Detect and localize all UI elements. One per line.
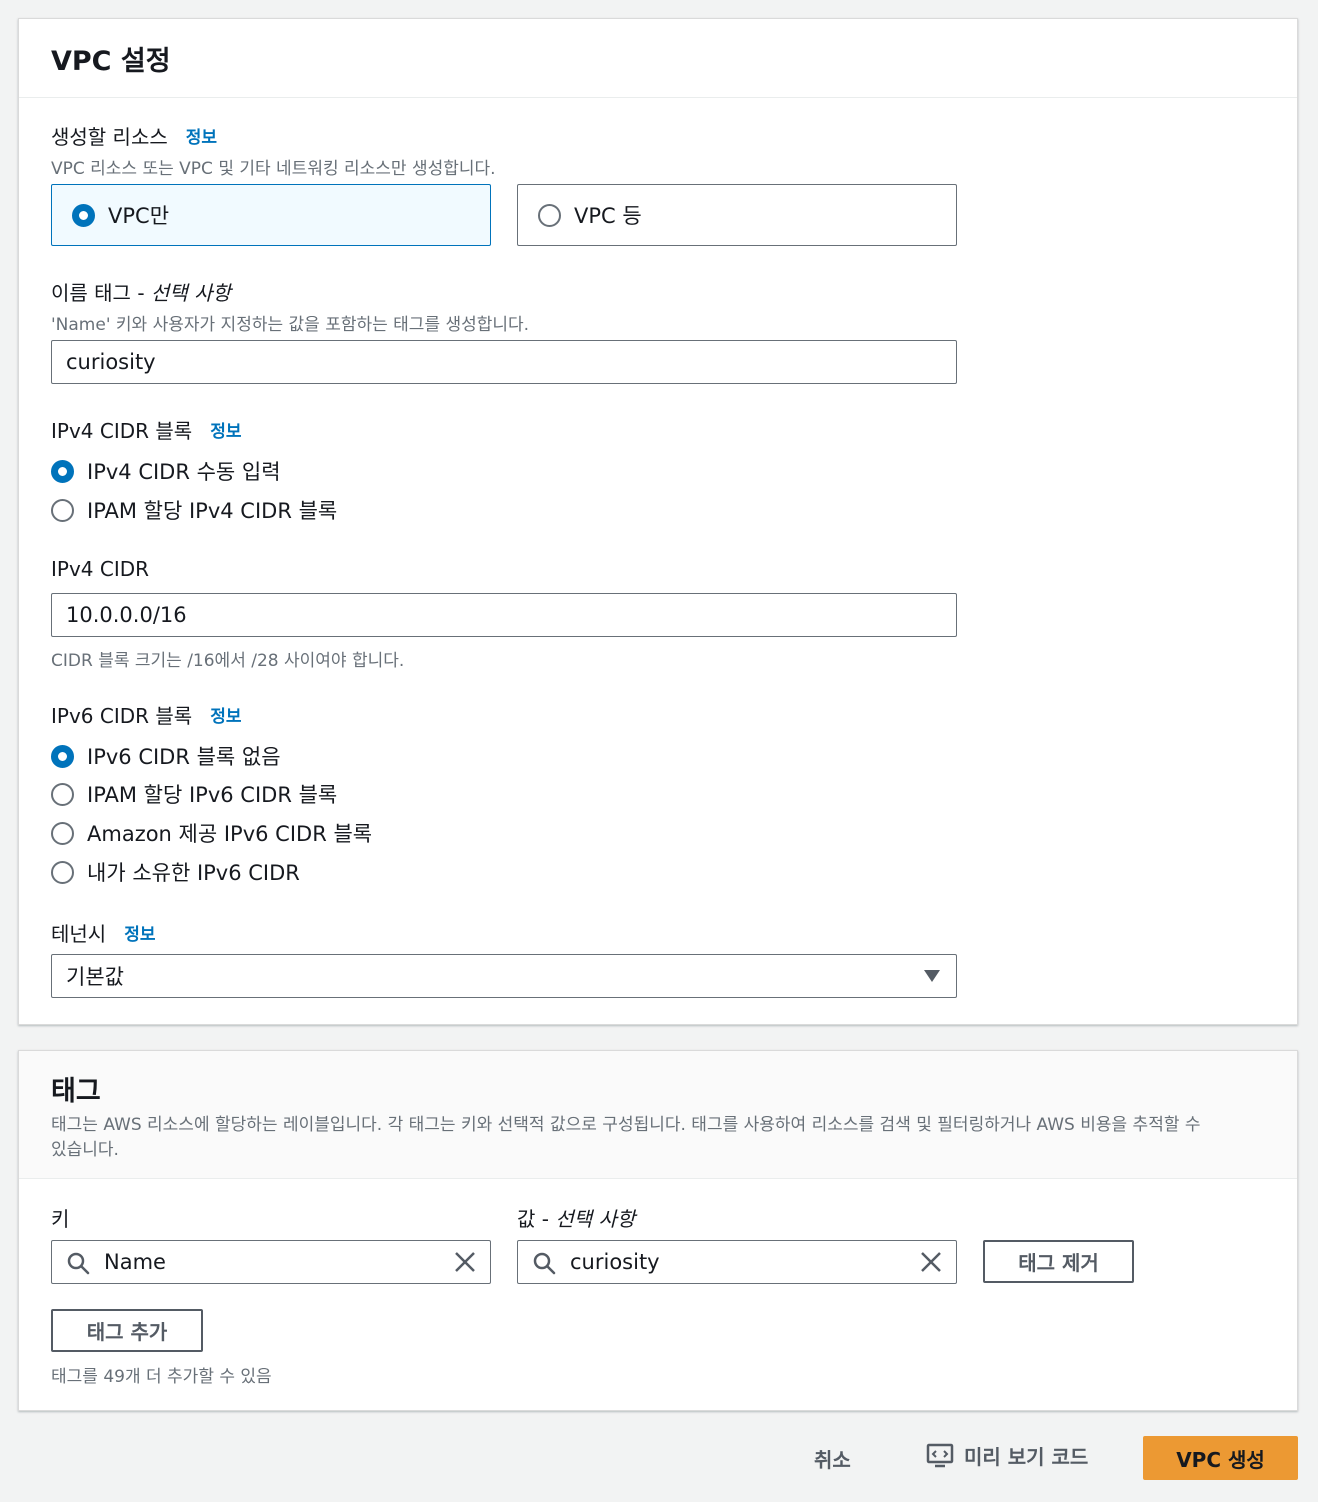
ipv4-ipam-option[interactable]: IPAM 할당 IPv4 CIDR 블록: [51, 495, 337, 525]
vpc-only-label: VPC만: [108, 204, 170, 228]
ipv6-ipam-radio[interactable]: [51, 782, 74, 806]
tags-title: 태그: [51, 1076, 101, 1107]
ipv6-none-radio[interactable]: [51, 744, 74, 768]
ipv4-manual-radio[interactable]: [51, 459, 74, 483]
code-preview-icon: [926, 1443, 954, 1467]
tenancy-label: 테넌시: [51, 922, 107, 946]
vpc-only-radio[interactable]: [72, 203, 95, 227]
tag-value-label: 값 - 선택 사항: [517, 1207, 636, 1231]
resources-label: 생성할 리소스: [51, 125, 168, 149]
tags-remaining-text: 태그를 49개 더 추가할 수 있음: [51, 1367, 272, 1387]
tenancy-label-row: 테넌시 정보: [51, 918, 155, 947]
tags-description-line2: 있습니다.: [51, 1140, 119, 1160]
cancel-button[interactable]: 취소: [814, 1444, 851, 1473]
resources-description: VPC 리소스 또는 VPC 및 기타 네트워킹 리소스만 생성합니다.: [51, 159, 496, 179]
tag-key-label: 키: [51, 1207, 70, 1231]
caret-down-icon: [924, 970, 940, 982]
tags-panel: 태그 태그는 AWS 리소스에 할당하는 레이블입니다. 각 태그는 키와 선택…: [18, 1050, 1298, 1411]
create-vpc-button[interactable]: VPC 생성: [1143, 1436, 1298, 1480]
clear-icon[interactable]: [920, 1251, 942, 1273]
tag-value-value: curiosity: [570, 1250, 660, 1274]
preview-code-button[interactable]: 미리 보기 코드: [926, 1441, 1088, 1470]
ipv4-block-info-link[interactable]: 정보: [210, 417, 241, 442]
tenancy-value: 기본값: [66, 965, 124, 989]
tags-header: 태그 태그는 AWS 리소스에 할당하는 레이블입니다. 각 태그는 키와 선택…: [19, 1051, 1297, 1179]
ipv6-amazon-option[interactable]: Amazon 제공 IPv6 CIDR 블록: [51, 818, 372, 848]
tag-value-input[interactable]: curiosity: [517, 1240, 957, 1284]
clear-icon[interactable]: [454, 1251, 476, 1273]
ipv6-ipam-label: IPAM 할당 IPv6 CIDR 블록: [87, 783, 338, 807]
ipv4-cidr-hint: CIDR 블록 크기는 /16에서 /28 사이여야 합니다.: [51, 651, 405, 671]
name-tag-description: 'Name' 키와 사용자가 지정하는 값을 포함하는 태그를 생성합니다.: [51, 315, 530, 335]
ipv6-amazon-radio[interactable]: [51, 821, 74, 845]
panel-header: VPC 설정: [19, 19, 1297, 98]
name-tag-optional: 선택 사항: [150, 281, 231, 305]
tag-value-optional: 선택 사항: [555, 1207, 636, 1231]
vpc-and-more-label: VPC 등: [574, 204, 642, 228]
resources-info-link[interactable]: 정보: [186, 123, 217, 148]
search-icon: [533, 1252, 556, 1275]
ipv6-owned-label: 내가 소유한 IPv6 CIDR: [87, 861, 300, 885]
vpc-only-tile[interactable]: VPC만: [51, 184, 491, 246]
ipv6-ipam-option[interactable]: IPAM 할당 IPv6 CIDR 블록: [51, 779, 337, 809]
remove-tag-button[interactable]: 태그 제거: [983, 1240, 1134, 1283]
tag-key-input[interactable]: Name: [51, 1240, 491, 1284]
tag-key-value: Name: [104, 1250, 166, 1274]
ipv6-block-label: IPv6 CIDR 블록: [51, 704, 193, 728]
vpc-and-more-tile[interactable]: VPC 등: [517, 184, 957, 246]
panel-title: VPC 설정: [51, 46, 171, 77]
ipv4-cidr-input[interactable]: 10.0.0.0/16: [51, 593, 957, 637]
ipv6-none-label: IPv6 CIDR 블록 없음: [87, 745, 281, 769]
name-tag-input[interactable]: curiosity: [51, 340, 957, 384]
ipv6-amazon-label: Amazon 제공 IPv6 CIDR 블록: [87, 822, 373, 846]
ipv4-block-label: IPv4 CIDR 블록: [51, 419, 193, 443]
ipv4-manual-option[interactable]: IPv4 CIDR 수동 입력: [51, 456, 281, 486]
name-tag-label: 이름 태그 - 선택 사항: [51, 281, 231, 305]
ipv6-owned-option[interactable]: 내가 소유한 IPv6 CIDR: [51, 857, 300, 887]
tenancy-info-link[interactable]: 정보: [124, 920, 155, 945]
add-tag-button[interactable]: 태그 추가: [51, 1309, 203, 1352]
ipv6-owned-radio[interactable]: [51, 860, 74, 884]
ipv6-block-label-row: IPv6 CIDR 블록 정보: [51, 700, 241, 729]
vpc-and-more-radio[interactable]: [538, 203, 561, 227]
ipv4-block-label-row: IPv4 CIDR 블록 정보: [51, 415, 241, 444]
vpc-settings-panel: VPC 설정 생성할 리소스 정보 VPC 리소스 또는 VPC 및 기타 네트…: [18, 18, 1298, 1025]
ipv4-cidr-label: IPv4 CIDR: [51, 557, 150, 581]
resources-label-row: 생성할 리소스 정보: [51, 121, 217, 150]
tenancy-select[interactable]: 기본값: [51, 954, 957, 998]
ipv6-block-info-link[interactable]: 정보: [210, 702, 241, 727]
ipv4-manual-label: IPv4 CIDR 수동 입력: [87, 460, 281, 484]
ipv4-ipam-label: IPAM 할당 IPv4 CIDR 블록: [87, 499, 338, 523]
preview-code-label: 미리 보기 코드: [964, 1445, 1089, 1469]
tags-description-line1: 태그는 AWS 리소스에 할당하는 레이블입니다. 각 태그는 키와 선택적 값…: [51, 1115, 1201, 1135]
ipv6-none-option[interactable]: IPv6 CIDR 블록 없음: [51, 741, 281, 771]
ipv4-ipam-radio[interactable]: [51, 498, 74, 522]
search-icon: [67, 1252, 90, 1275]
